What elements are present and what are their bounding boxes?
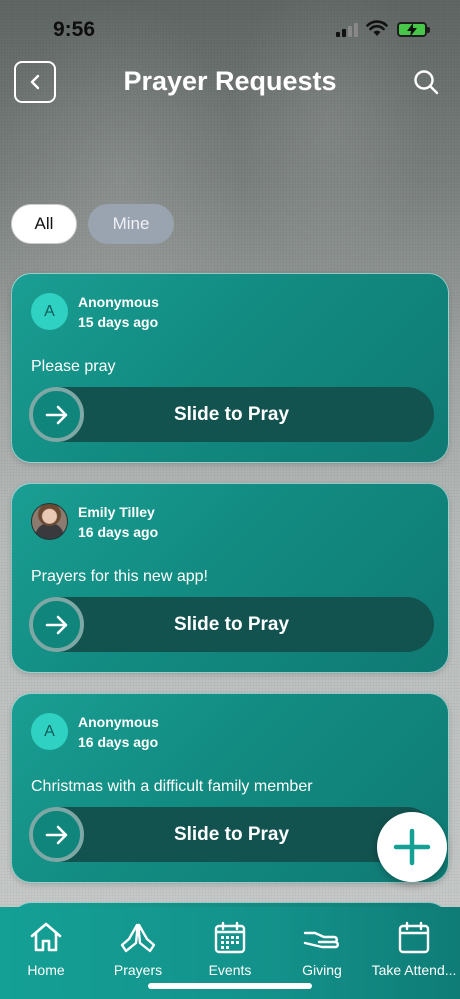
slide-to-pray-label: Slide to Pray <box>173 404 290 425</box>
request-text: Christmas with a difficult family member <box>31 778 313 795</box>
tab-take-attendance[interactable]: Take Attend... <box>368 907 460 987</box>
plus-icon <box>393 828 431 866</box>
request-author: Emily Tilley <box>78 504 155 520</box>
request-text: Please pray <box>31 358 116 375</box>
tab-prayers[interactable]: Prayers <box>92 907 184 987</box>
slider-handle[interactable] <box>29 387 84 442</box>
praying-hands-icon <box>120 923 156 953</box>
slide-to-pray-slider[interactable]: Slide to Pray <box>29 387 434 442</box>
add-request-button[interactable] <box>377 812 447 882</box>
request-time-ago: 16 days ago <box>78 734 159 750</box>
slider-handle[interactable] <box>29 597 84 652</box>
giving-hand-icon <box>303 931 339 949</box>
prayer-request-card: A Anonymous 15 days ago Please pray Slid… <box>11 273 449 463</box>
calendar-grid-icon <box>214 921 246 954</box>
request-text: Prayers for this new app! <box>31 568 208 585</box>
tab-giving-label: Giving <box>302 962 342 978</box>
tab-events[interactable]: Events <box>184 907 276 987</box>
tab-prayers-label: Prayers <box>113 962 163 978</box>
slide-to-pray-slider[interactable]: Slide to Pray <box>29 597 434 652</box>
status-bar: 9:56 <box>0 0 460 60</box>
prayer-request-card: Emily Tilley 16 days ago Prayers for thi… <box>11 483 449 673</box>
calendar-icon <box>398 921 430 954</box>
request-time-ago: 15 days ago <box>78 314 159 330</box>
battery-charging-icon <box>397 22 430 37</box>
avatar <box>31 503 68 540</box>
request-author: Anonymous <box>78 294 159 310</box>
slider-handle[interactable] <box>29 807 84 862</box>
home-icon <box>30 922 62 952</box>
wifi-icon <box>366 20 388 36</box>
slide-to-pray-label: Slide to Pray <box>173 824 290 845</box>
page-title: Prayer Requests <box>123 66 337 96</box>
home-indicator <box>148 983 312 989</box>
status-time: 9:56 <box>53 18 96 41</box>
tab-take-attendance-label: Take Attend... <box>371 962 457 978</box>
avatar: A <box>31 713 68 750</box>
slide-to-pray-slider[interactable]: Slide to Pray <box>29 807 434 862</box>
filter-all-chip[interactable]: All <box>11 204 77 244</box>
arrow-right-icon <box>45 405 67 424</box>
cellular-signal-icon <box>336 22 360 37</box>
search-icon[interactable] <box>412 68 440 96</box>
request-time-ago: 16 days ago <box>78 524 159 540</box>
filter-mine-chip[interactable]: Mine <box>88 204 174 244</box>
tab-home-label: Home <box>27 962 65 978</box>
avatar: A <box>31 293 68 330</box>
arrow-right-icon <box>45 615 67 634</box>
tab-events-label: Events <box>208 962 252 978</box>
request-author: Anonymous <box>78 714 159 730</box>
slide-to-pray-label: Slide to Pray <box>173 614 290 635</box>
tab-giving[interactable]: Giving <box>276 907 368 987</box>
arrow-right-icon <box>45 825 67 844</box>
tab-home[interactable]: Home <box>0 907 92 987</box>
